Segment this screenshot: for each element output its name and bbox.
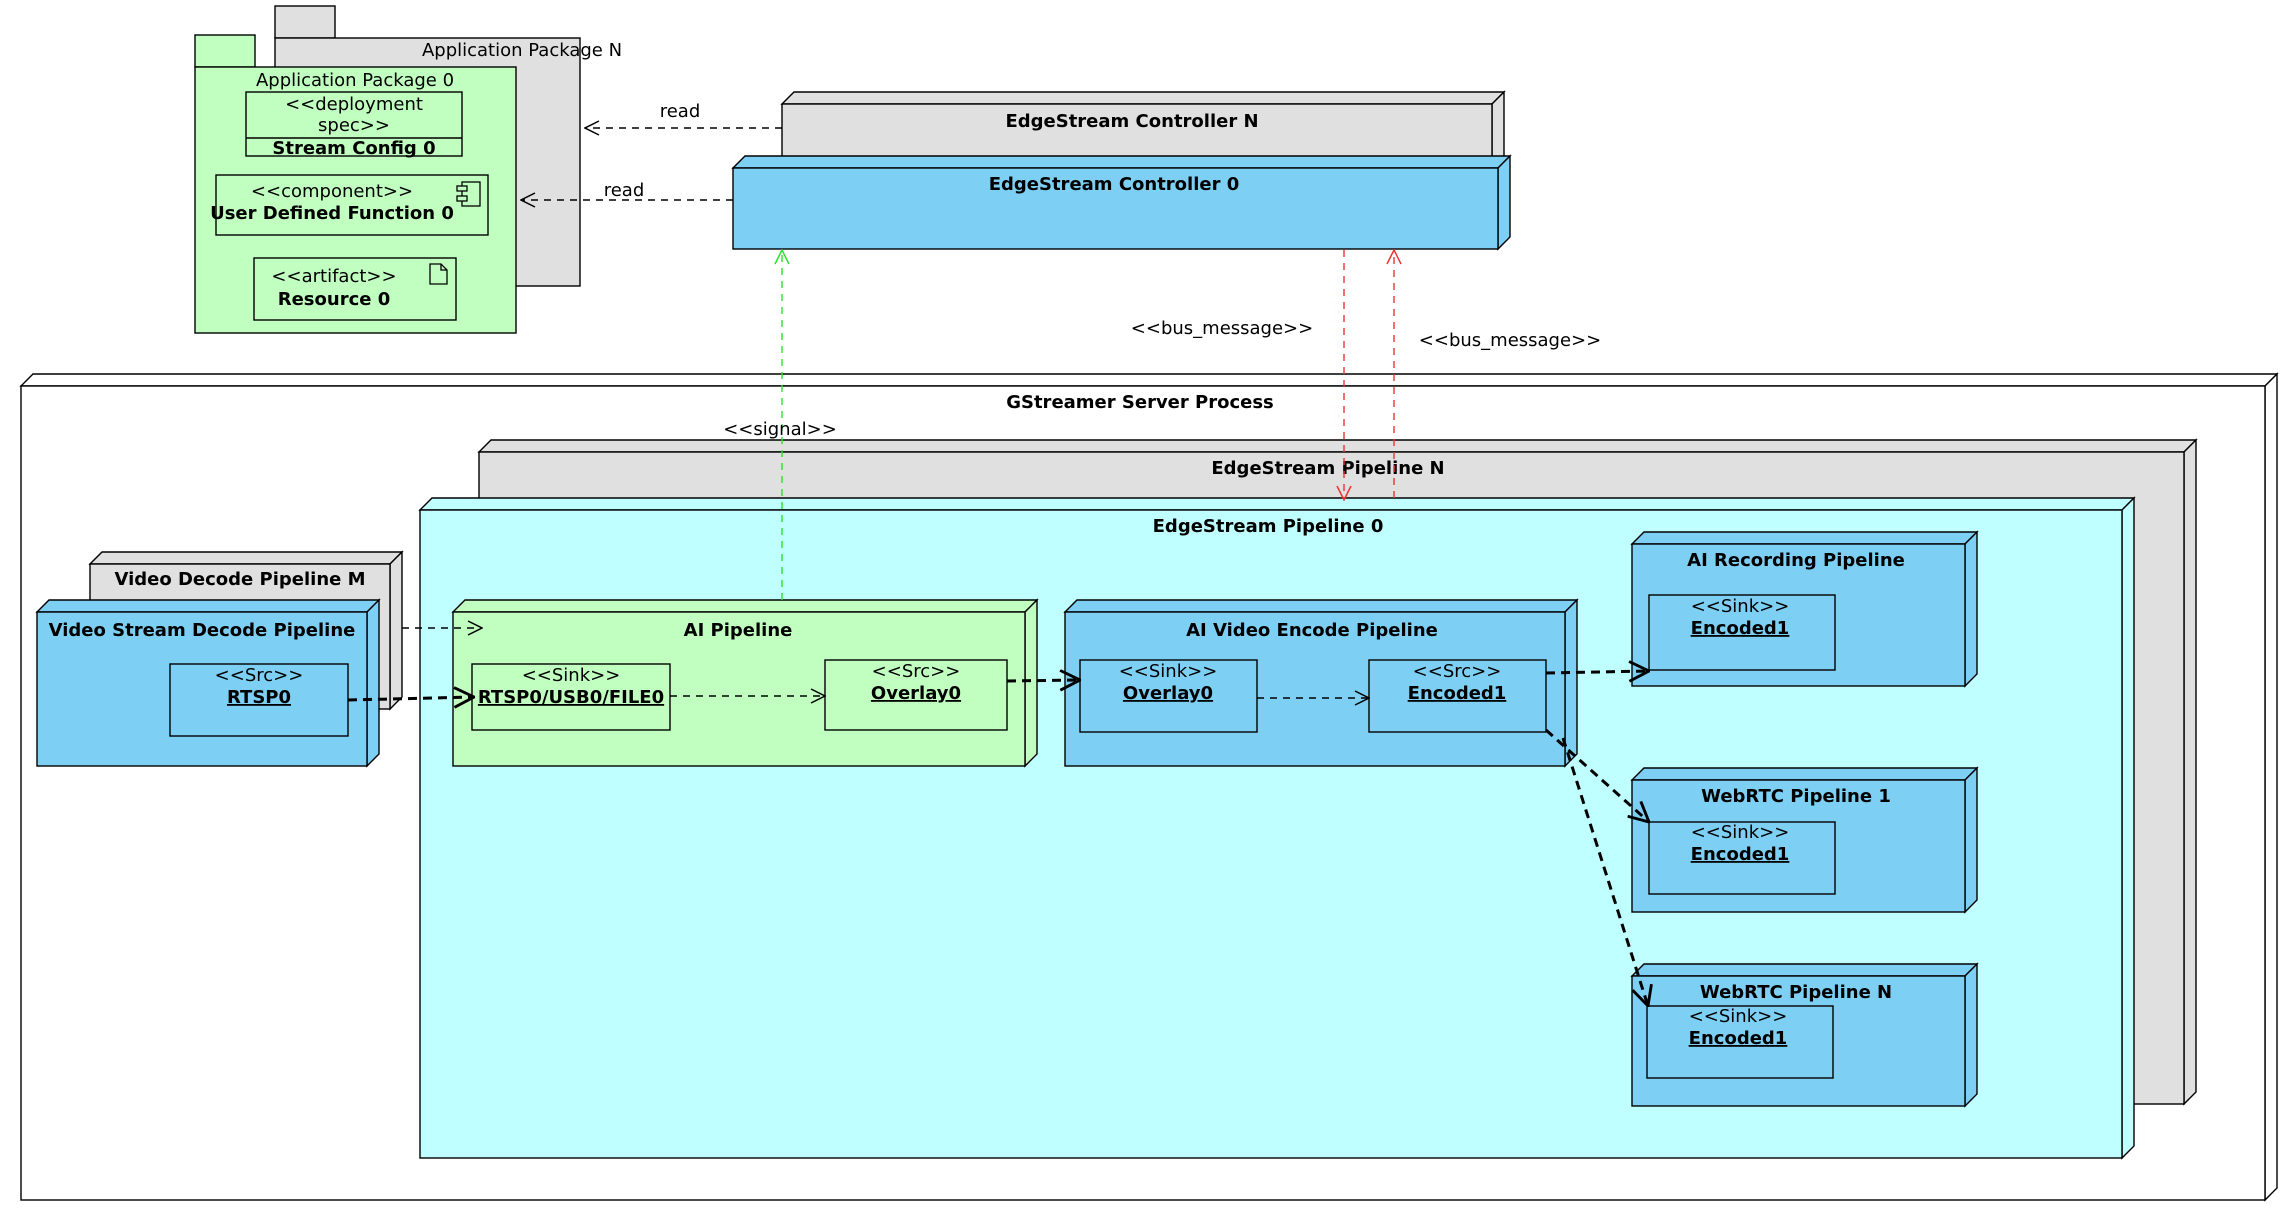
bus-message-label-1: <<bus_message>> [1131,318,1313,339]
encode-sink-stereotype: <<Sink>> [1119,661,1218,682]
controller-0-title: EdgeStream Controller 0 [989,174,1240,195]
webrtcn-side [1964,962,1978,1108]
controller-0-side [1497,154,1511,251]
encode-sink-port[interactable]: <<Sink>> Overlay0 [1079,659,1258,733]
encode-top [1063,599,1579,613]
decode-m-top [88,551,404,565]
read-label-0: read [604,180,645,201]
encode-src-port[interactable]: <<Src>> Encoded1 [1368,659,1547,733]
pipeline-n-top [477,439,2198,453]
ai-recording-pipeline[interactable]: AI Recording Pipeline <<Sink>> Encoded1 [1630,530,1979,688]
decode-src-name: RTSP0 [227,687,291,708]
document-icon [429,263,448,285]
ai-src-port[interactable]: <<Src>> Overlay0 [824,659,1008,731]
webrtcn-sink-port[interactable]: <<Sink>> Encoded1 [1646,1005,1834,1079]
stream-config-node[interactable]: <<deployment spec>> Stream Config 0 [245,91,463,159]
webrtcn-sink-stereotype: <<Sink>> [1689,1006,1788,1027]
stream-config-stereotype-2: spec>> [318,115,390,136]
server-title: GStreamer Server Process [1006,392,1274,413]
encode-side [1564,598,1578,768]
application-package-0[interactable]: Application Package 0 <<deployment spec>… [194,34,517,334]
package-0-title: Application Package 0 [256,70,454,91]
ai-pipeline-side [1024,598,1038,768]
pipeline-n-side [2183,438,2197,1106]
encode-title: AI Video Encode Pipeline [1186,620,1438,641]
pipeline-n-title: EdgeStream Pipeline N [1211,458,1444,479]
decode-m-title: Video Decode Pipeline M [114,569,365,590]
webrtc-pipeline-n[interactable]: WebRTC Pipeline N <<Sink>> Encoded1 [1630,962,1979,1108]
package-0-tab [194,34,256,68]
webrtc1-side [1964,766,1978,914]
read-connector-n: read [585,101,782,128]
recording-sink-port[interactable]: <<Sink>> Encoded1 [1648,594,1836,671]
recording-top [1630,531,1979,545]
read-label-n: read [660,101,701,122]
webrtc1-title: WebRTC Pipeline 1 [1701,786,1891,807]
resource-node[interactable]: <<artifact>> Resource 0 [253,257,457,321]
decode-src-port[interactable]: <<Src>> RTSP0 [169,663,349,737]
controller-n-top [780,91,1506,105]
decode-side [366,598,380,768]
signal-label: <<signal>> [723,419,837,440]
package-n-title: Application Package N [422,40,622,61]
pipeline-0-top [418,497,2136,511]
recording-title: AI Recording Pipeline [1687,550,1905,571]
pipeline-0-side [2121,496,2135,1160]
webrtc-pipeline-1[interactable]: WebRTC Pipeline 1 <<Sink>> Encoded1 [1630,766,1979,914]
udf-node[interactable]: <<component>> User Defined Function 0 [210,174,489,236]
ai-sink-name: RTSP0/USB0/FILE0 [478,687,664,708]
server-top [19,373,2279,387]
decode-m-side [389,550,403,711]
webrtc1-sink-name: Encoded1 [1691,844,1790,865]
decode-top [35,599,381,613]
webrtc1-sink-stereotype: <<Sink>> [1691,822,1790,843]
encode-src-name: Encoded1 [1408,683,1507,704]
edgestream-controller-0[interactable]: EdgeStream Controller 0 [731,154,1512,251]
decode-src-stereotype: <<Src>> [215,665,304,686]
ai-src-stereotype: <<Src>> [872,661,961,682]
controller-0-top [731,155,1512,169]
controller-n-title: EdgeStream Controller N [1005,111,1258,132]
webrtc1-sink-port[interactable]: <<Sink>> Encoded1 [1648,821,1836,895]
encode-sink-name: Overlay0 [1123,683,1213,704]
resource-name: Resource 0 [278,289,391,310]
pipeline-0-title: EdgeStream Pipeline 0 [1153,516,1384,537]
deployment-diagram: Application Package N Application Packag… [19,5,2279,1202]
udf-name: User Defined Function 0 [210,203,454,224]
webrtcn-sink-name: Encoded1 [1689,1028,1788,1049]
stream-config-name: Stream Config 0 [272,138,435,159]
resource-stereotype: <<artifact>> [271,266,396,287]
ai-pipeline-title: AI Pipeline [684,620,793,641]
encode-src-stereotype: <<Src>> [1413,661,1502,682]
ai-sink-stereotype: <<Sink>> [522,665,621,686]
recording-sink-stereotype: <<Sink>> [1691,596,1790,617]
webrtcn-top [1630,963,1979,977]
ai-sink-port[interactable]: <<Sink>> RTSP0/USB0/FILE0 [471,663,671,731]
ai-pipeline-top [451,599,1039,613]
ai-src-name: Overlay0 [871,683,961,704]
webrtc1-top [1630,767,1979,781]
ai-video-encode-pipeline[interactable]: AI Video Encode Pipeline <<Sink>> Overla… [1063,598,1579,768]
bus-message-label-2: <<bus_message>> [1419,330,1601,351]
decode-title: Video Stream Decode Pipeline [49,620,356,641]
recording-sink-name: Encoded1 [1691,618,1790,639]
package-n-tab [274,5,336,39]
webrtcn-title: WebRTC Pipeline N [1700,982,1892,1003]
stream-config-stereotype-1: <<deployment [285,94,423,115]
server-side [2264,372,2278,1202]
ai-pipeline[interactable]: AI Pipeline <<Sink>> RTSP0/USB0/FILE0 <<… [451,598,1039,768]
video-stream-decode-pipeline[interactable]: Video Stream Decode Pipeline <<Src>> RTS… [35,598,381,768]
recording-side [1964,530,1978,688]
udf-stereotype: <<component>> [251,181,413,202]
